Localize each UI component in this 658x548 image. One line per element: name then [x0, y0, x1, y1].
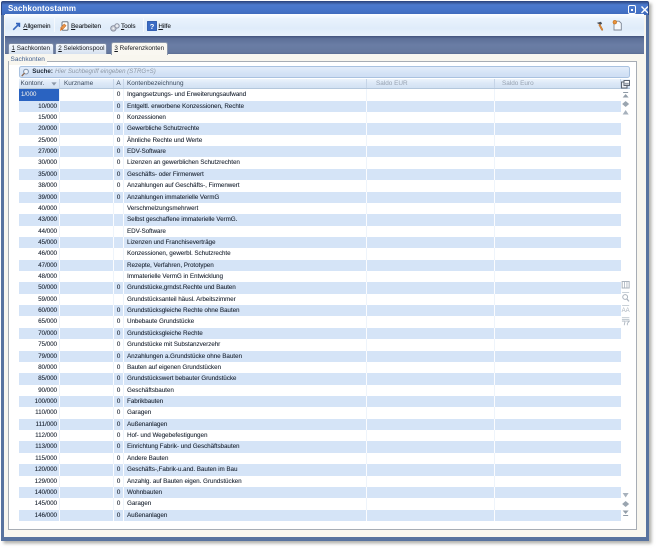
svg-text:?: ? [150, 22, 155, 31]
svg-text:AA: AA [621, 308, 629, 313]
